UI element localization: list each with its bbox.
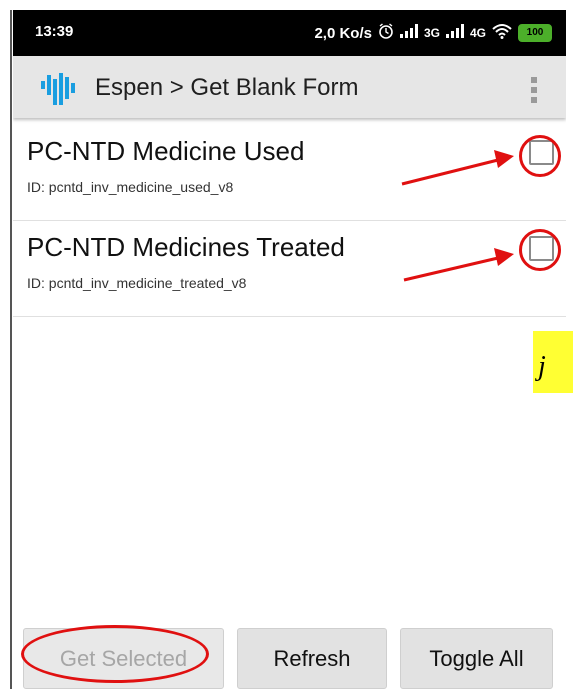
network-4g-label: 4G [469,26,486,40]
form-id: ID: pcntd_inv_medicine_used_v8 [27,179,234,195]
form-id: ID: pcntd_inv_medicine_treated_v8 [27,275,247,291]
annotation-circle-get-selected [21,625,209,683]
toggle-all-button[interactable]: Toggle All [400,628,553,689]
signal-strength-icon-2 [445,24,464,42]
espen-logo-icon [39,73,91,105]
annotation-circle-checkbox-1 [519,135,561,177]
list-item[interactable]: PC-NTD Medicines Treated ID: pcntd_inv_m… [13,221,566,317]
highlighted-note-fragment: j [533,331,573,393]
form-list: PC-NTD Medicine Used ID: pcntd_inv_medic… [13,125,566,317]
frame-left-border [10,10,12,689]
note-text: j [538,351,546,382]
status-bar: 13:39 2,0 Ko/s 3G 4G 100 [13,10,566,56]
wifi-icon [492,23,512,43]
form-title: PC-NTD Medicines Treated [27,232,345,262]
app-title: Espen > Get Blank Form [95,74,359,101]
annotation-circle-checkbox-2 [519,229,561,271]
alarm-icon [378,23,394,43]
network-speed: 2,0 Ko/s [314,24,372,42]
status-indicators: 2,0 Ko/s 3G 4G 100 [314,23,552,43]
status-time: 13:39 [35,23,74,40]
phone-screen: 13:39 2,0 Ko/s 3G 4G 100 Espen > Get Bla… [13,10,566,689]
list-item[interactable]: PC-NTD Medicine Used ID: pcntd_inv_medic… [13,125,566,221]
network-3g-label: 3G [423,26,440,40]
battery-indicator: 100 [518,24,552,42]
app-bar: Espen > Get Blank Form [13,56,566,118]
overflow-menu-icon[interactable] [530,77,538,103]
signal-strength-icon [399,24,418,42]
form-title: PC-NTD Medicine Used [27,136,305,166]
refresh-button[interactable]: Refresh [237,628,387,689]
